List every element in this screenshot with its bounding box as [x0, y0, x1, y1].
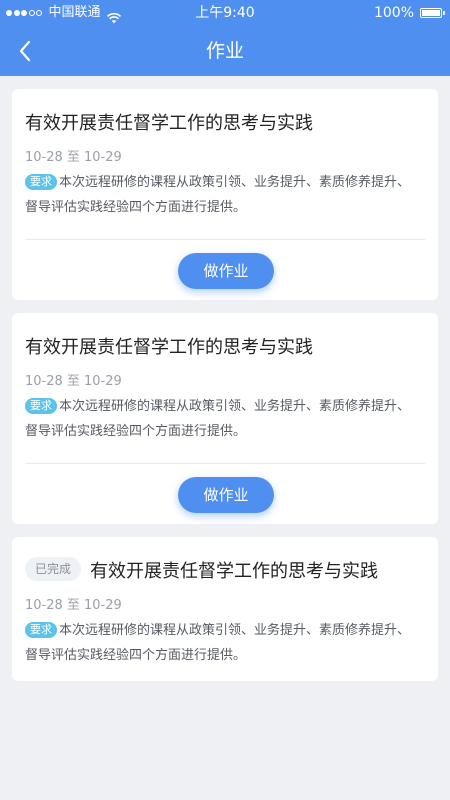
assignment-card: 有效开展责任督学工作的思考与实践 10-28 至 10-29 要求 本次远程研修的… [12, 313, 438, 524]
status-bar: 中国联通 上午9:40 100% [0, 0, 450, 26]
requirement-badge: 要求 [25, 622, 57, 638]
description-text: 本次远程研修的课程从政策引领、业务提升、素质修养提升、督导评估实践经验四个方面进… [25, 399, 411, 439]
battery-fill [422, 10, 440, 16]
description-text: 本次远程研修的课程从政策引领、业务提升、素质修养提升、督导评估实践经验四个方面进… [25, 623, 411, 663]
requirement-badge: 要求 [25, 398, 57, 414]
divider [25, 463, 425, 464]
card-title: 有效开展责任督学工作的思考与实践 [25, 337, 313, 358]
card-title: 有效开展责任督学工作的思考与实践 [90, 561, 378, 582]
battery-percent: 100% [373, 5, 414, 21]
do-homework-button[interactable]: 做作业 [178, 477, 274, 513]
do-homework-button[interactable]: 做作业 [178, 253, 274, 289]
card-dates: 10-28 至 10-29 [25, 150, 122, 165]
header: 中国联通 上午9:40 100% 作业 [0, 0, 450, 76]
assignment-card-completed[interactable]: 已完成 有效开展责任督学工作的思考与实践 10-28 至 10-29 要求 本次远… [12, 537, 438, 681]
nav-bar: 作业 [0, 26, 450, 76]
card-description: 要求 本次远程研修的课程从政策引领、业务提升、素质修养提升、督导评估实践经验四个方… [25, 618, 421, 668]
status-right: 100% [373, 0, 445, 26]
assignment-card: 有效开展责任督学工作的思考与实践 10-28 至 10-29 要求 本次远程研修的… [12, 89, 438, 300]
card-dates: 10-28 至 10-29 [25, 598, 122, 613]
divider [25, 239, 425, 240]
card-dates: 10-28 至 10-29 [25, 374, 122, 389]
battery-icon [420, 8, 445, 18]
card-description: 要求 本次远程研修的课程从政策引领、业务提升、素质修养提升、督导评估实践经验四个方… [25, 394, 421, 444]
page-title: 作业 [205, 40, 244, 62]
description-text: 本次远程研修的课程从政策引领、业务提升、素质修养提升、督导评估实践经验四个方面进… [25, 175, 411, 215]
card-title: 有效开展责任督学工作的思考与实践 [25, 113, 313, 134]
card-description: 要求 本次远程研修的课程从政策引领、业务提升、素质修养提升、督导评估实践经验四个方… [25, 170, 421, 220]
completed-badge: 已完成 [25, 557, 82, 581]
requirement-badge: 要求 [25, 174, 57, 190]
